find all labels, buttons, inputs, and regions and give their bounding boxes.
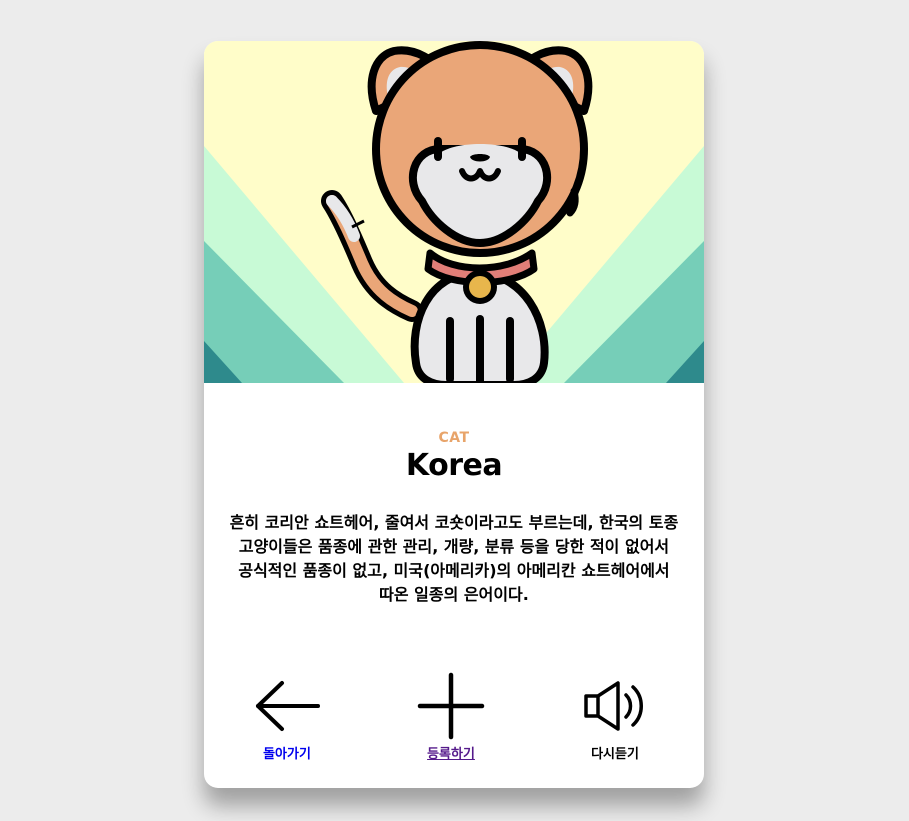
- back-button[interactable]: 돌아가기: [227, 671, 347, 762]
- plus-icon: [417, 672, 485, 740]
- hero-illustration: [204, 41, 704, 383]
- replay-button[interactable]: 다시듣기: [555, 671, 675, 762]
- register-label[interactable]: 등록하기: [427, 743, 475, 762]
- back-label[interactable]: 돌아가기: [263, 743, 311, 762]
- speaker-icon: [584, 681, 643, 731]
- animal-card: CAT Korea 흔히 코리안 쇼트헤어, 줄여서 코숏이라고도 부르는데, …: [204, 41, 704, 788]
- cat-illustration: [204, 41, 704, 383]
- animal-name: Korea: [405, 448, 503, 483]
- register-button[interactable]: 등록하기: [391, 671, 511, 762]
- arrow-left-icon: [256, 681, 320, 731]
- animal-description: 흔히 코리안 쇼트헤어, 줄여서 코숏이라고도 부르는데, 한국의 토종 고양이…: [229, 513, 679, 604]
- replay-label[interactable]: 다시듣기: [591, 743, 639, 762]
- category-label: CAT: [438, 430, 470, 446]
- action-bar: 돌아가기 등록하기 다시듣기: [204, 671, 704, 771]
